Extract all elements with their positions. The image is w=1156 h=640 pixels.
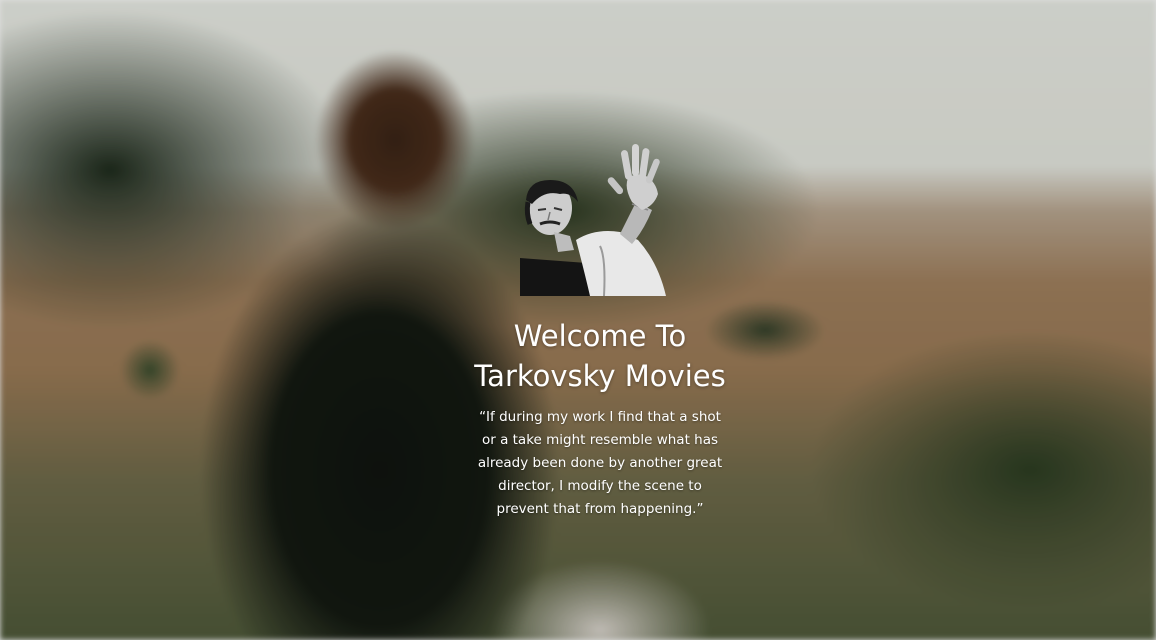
- page-title: Welcome To Tarkovsky Movies: [440, 316, 760, 396]
- title-line-2: Tarkovsky Movies: [474, 359, 726, 393]
- title-line-1: Welcome To: [513, 319, 687, 353]
- hero-section: Welcome To Tarkovsky Movies “If during m…: [440, 140, 760, 521]
- director-quote: “If during my work I find that a shot or…: [477, 409, 723, 517]
- tarkovsky-portrait-icon: [520, 144, 666, 296]
